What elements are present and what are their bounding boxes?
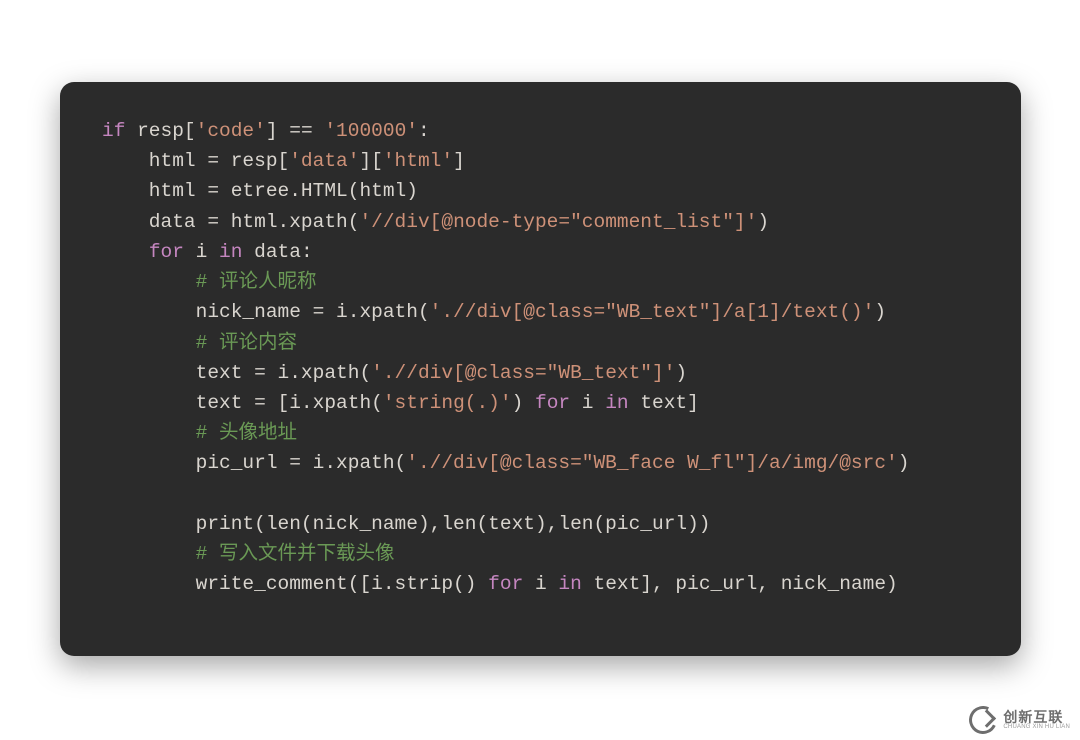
code-token: # 评论内容 (196, 332, 297, 354)
code-token: if (102, 120, 125, 142)
watermark: 创新互联 CHUANG XIN HU LIAN (969, 706, 1070, 734)
code-token (102, 241, 149, 263)
code-token: for (149, 241, 184, 263)
code-line: print(len(nick_name),len(text),len(pic_u… (102, 513, 711, 535)
code-line: data = html.xpath('//div[@node-type="com… (102, 211, 769, 233)
code-token: i (570, 392, 605, 414)
code-token: pic_url = i.xpath( (102, 452, 406, 474)
watermark-text: 创新互联 CHUANG XIN HU LIAN (1003, 710, 1070, 730)
code-token: './/div[@class="WB_text"]/a[1]/text()' (430, 301, 875, 323)
code-token: text], pic_url, nick_name) (582, 573, 898, 595)
code-token: ] == (266, 120, 325, 142)
code-line: text = [i.xpath('string(.)') for i in te… (102, 392, 699, 414)
code-token: ) (898, 452, 910, 474)
code-line: # 评论人昵称 (102, 271, 317, 293)
code-token: resp[ (125, 120, 195, 142)
code-token: ) (757, 211, 769, 233)
code-token: 'data' (289, 150, 359, 172)
code-panel: if resp['code'] == '100000': html = resp… (60, 82, 1021, 656)
code-line: html = etree.HTML(html) (102, 180, 418, 202)
code-line: nick_name = i.xpath('.//div[@class="WB_t… (102, 301, 886, 323)
code-token: nick_name = i.xpath( (102, 301, 430, 323)
code-token: html = etree.HTML(html) (102, 180, 418, 202)
code-token: html = resp[ (102, 150, 289, 172)
code-token: i (523, 573, 558, 595)
code-token (102, 543, 196, 565)
code-line: html = resp['data']['html'] (102, 150, 465, 172)
code-token: for (535, 392, 570, 414)
code-token: ) (675, 362, 687, 384)
watermark-zh: 创新互联 (1003, 710, 1070, 724)
code-token: './/div[@class="WB_face W_fl"]/a/img/@sr… (406, 452, 897, 474)
code-token (102, 422, 196, 444)
code-token: in (558, 573, 581, 595)
code-token: # 评论人昵称 (196, 271, 317, 293)
code-token: '//div[@node-type="comment_list"]' (359, 211, 757, 233)
code-token: ][ (359, 150, 382, 172)
code-token (102, 271, 196, 293)
code-token: 'string(.)' (383, 392, 512, 414)
code-token: data: (242, 241, 312, 263)
code-token: ) (874, 301, 886, 323)
code-token: '100000' (324, 120, 418, 142)
watermark-logo-icon (969, 706, 997, 734)
code-line: # 头像地址 (102, 422, 297, 444)
watermark-pinyin: CHUANG XIN HU LIAN (1003, 724, 1070, 730)
code-line: pic_url = i.xpath('.//div[@class="WB_fac… (102, 452, 909, 474)
code-line: write_comment([i.strip() for i in text],… (102, 573, 898, 595)
code-token: in (219, 241, 242, 263)
code-token: './/div[@class="WB_text"]' (371, 362, 675, 384)
code-token: print(len(nick_name),len(text),len(pic_u… (102, 513, 711, 535)
code-token: # 写入文件并下载头像 (196, 543, 395, 565)
code-token: text = [i.xpath( (102, 392, 383, 414)
code-line: # 写入文件并下载头像 (102, 543, 395, 565)
code-token: ) (512, 392, 535, 414)
code-token: : (418, 120, 430, 142)
code-token: text] (629, 392, 699, 414)
code-line: if resp['code'] == '100000': (102, 120, 430, 142)
code-line: for i in data: (102, 241, 313, 263)
code-token: for (488, 573, 523, 595)
code-token: in (605, 392, 628, 414)
code-line: # 评论内容 (102, 332, 297, 354)
code-token: text = i.xpath( (102, 362, 371, 384)
code-token: i (184, 241, 219, 263)
code-token: # 头像地址 (196, 422, 297, 444)
code-line: text = i.xpath('.//div[@class="WB_text"]… (102, 362, 687, 384)
code-block: if resp['code'] == '100000': html = resp… (102, 116, 979, 600)
code-token: ] (453, 150, 465, 172)
code-token: 'html' (383, 150, 453, 172)
code-token: write_comment([i.strip() (102, 573, 488, 595)
code-token (102, 332, 196, 354)
code-token: data = html.xpath( (102, 211, 359, 233)
code-token: 'code' (196, 120, 266, 142)
